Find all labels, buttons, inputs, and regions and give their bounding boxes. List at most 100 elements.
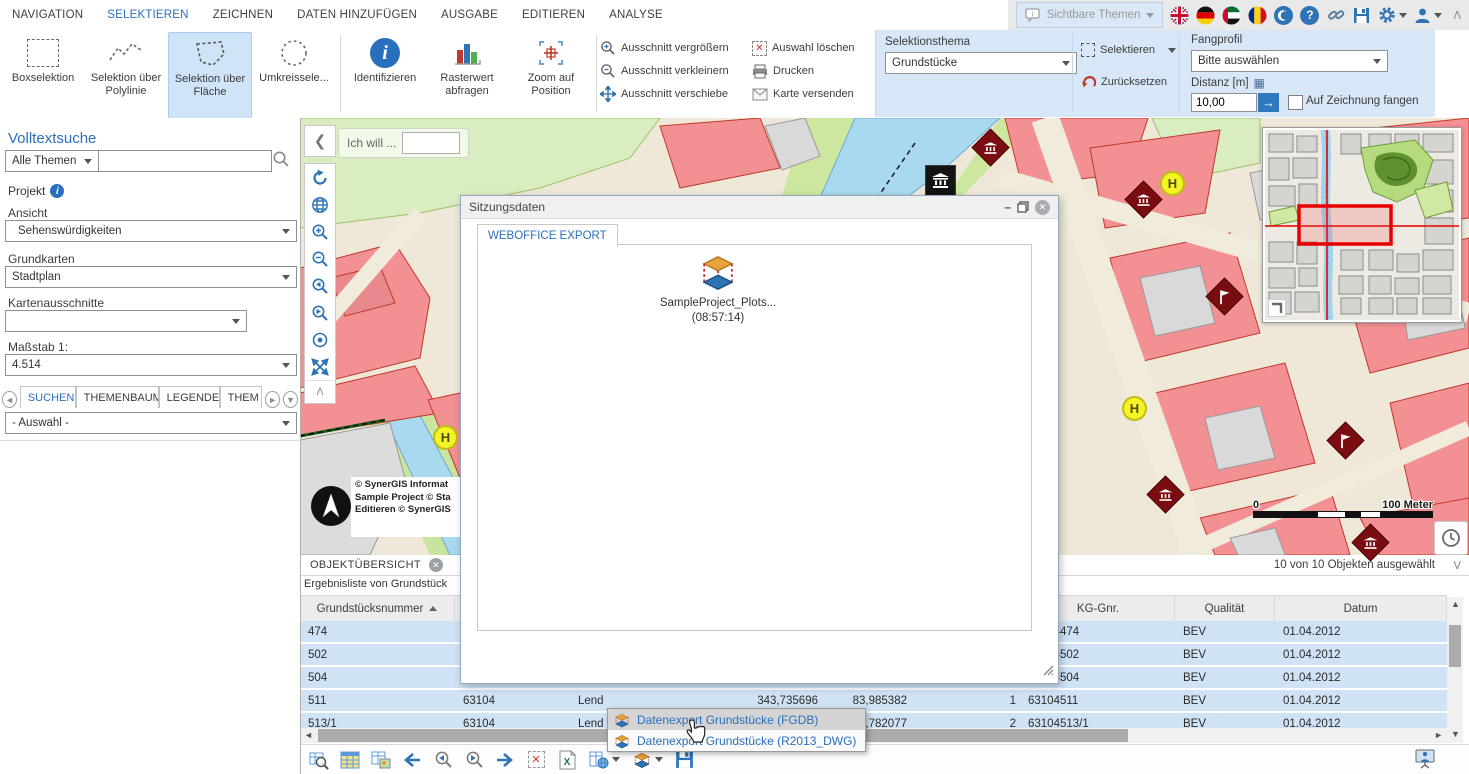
close-icon[interactable]: ✕ bbox=[1035, 200, 1050, 215]
auswahl-dropdown[interactable]: - Auswahl - bbox=[5, 412, 297, 434]
link-ausschnitt-verschieben[interactable]: Ausschnitt verschiebe bbox=[600, 84, 728, 104]
settings-button[interactable] bbox=[1378, 6, 1407, 24]
menu-selektieren[interactable]: SELEKTIEREN bbox=[95, 0, 200, 30]
language-turkish-icon[interactable] bbox=[1274, 6, 1293, 25]
tabs-scroll-right-icon[interactable]: ► bbox=[265, 391, 280, 408]
selektionsthema-dropdown[interactable]: Grundstücke bbox=[885, 52, 1077, 74]
dialog-resize-handle[interactable] bbox=[1042, 664, 1054, 679]
auf-zeichnung-checkbox[interactable] bbox=[1288, 95, 1303, 110]
column-header-datum[interactable]: Datum bbox=[1275, 596, 1447, 621]
tabs-scroll-left-icon[interactable]: ◄ bbox=[2, 391, 17, 408]
scroll-down-icon[interactable]: ▼ bbox=[1451, 729, 1460, 739]
collapse-ribbon-icon[interactable]: ᐱ bbox=[1453, 9, 1461, 22]
overview-resize-handle[interactable] bbox=[1268, 299, 1286, 317]
language-german-icon[interactable] bbox=[1196, 6, 1215, 25]
museum-marker-icon[interactable] bbox=[925, 165, 956, 196]
grundkarten-dropdown[interactable]: Stadtplan bbox=[5, 266, 297, 288]
full-extent-icon[interactable] bbox=[305, 353, 335, 380]
presentation-mode-icon[interactable] bbox=[1412, 747, 1438, 771]
restore-icon[interactable] bbox=[1017, 201, 1029, 213]
table-icon[interactable] bbox=[339, 749, 361, 771]
tool-selektion-polylinie[interactable]: Selektion über Polylinie bbox=[85, 32, 167, 132]
dialog-titlebar[interactable]: Sitzungsdaten – ✕ bbox=[461, 196, 1058, 219]
zoom-previous-icon[interactable] bbox=[432, 749, 454, 771]
save-icon[interactable] bbox=[1352, 6, 1371, 25]
menu-navigation[interactable]: NAVIGATION bbox=[0, 0, 95, 30]
alle-themen-dropdown[interactable]: Alle Themen bbox=[5, 150, 99, 172]
history-clock-button[interactable] bbox=[1434, 521, 1468, 555]
menu-zeichnen[interactable]: ZEICHNEN bbox=[201, 0, 285, 30]
stop-marker-icon[interactable]: H bbox=[433, 425, 458, 450]
globe-icon[interactable] bbox=[305, 191, 335, 218]
kartenausschnitte-dropdown[interactable] bbox=[5, 310, 247, 332]
close-results-tab-icon[interactable]: ✕ bbox=[429, 558, 443, 572]
next-record-icon[interactable] bbox=[494, 749, 516, 771]
link-karte-versenden[interactable]: Karte versenden bbox=[752, 84, 854, 104]
column-header-qualitaet[interactable]: Qualität bbox=[1175, 596, 1275, 621]
apply-distance-button[interactable]: → bbox=[1258, 93, 1279, 112]
link-auswahl-loeschen[interactable]: ✕ Auswahl löschen bbox=[752, 38, 855, 58]
tab-suchen[interactable]: SUCHEN bbox=[20, 386, 76, 408]
ich-will-search[interactable]: Ich will ... bbox=[338, 128, 469, 158]
info-icon[interactable]: i bbox=[50, 184, 64, 198]
tab-them[interactable]: THEM bbox=[220, 386, 263, 408]
overview-map[interactable] bbox=[1262, 127, 1462, 323]
menu-daten-hinzufuegen[interactable]: DATEN HINZUFÜGEN bbox=[285, 0, 429, 30]
tabs-more-icon[interactable]: ▼ bbox=[283, 391, 298, 408]
tab-weboffice-export[interactable]: WEBOFFICE EXPORT bbox=[477, 224, 618, 247]
link-drucken[interactable]: Drucken bbox=[752, 61, 814, 81]
vertical-scroll-thumb[interactable] bbox=[1449, 625, 1461, 667]
stop-marker-icon[interactable]: H bbox=[1122, 396, 1147, 421]
link-ausschnitt-verkleinern[interactable]: Ausschnitt verkleinern bbox=[600, 61, 729, 81]
zoom-out-icon[interactable] bbox=[305, 245, 335, 272]
fangprofil-dropdown[interactable]: Bitte auswählen bbox=[1191, 50, 1388, 72]
tool-identifizieren[interactable]: i Identifizieren bbox=[344, 32, 426, 132]
ich-will-input[interactable] bbox=[402, 132, 460, 154]
ansicht-dropdown[interactable]: Sehenswürdigkeiten bbox=[5, 220, 297, 242]
table-map-icon[interactable] bbox=[370, 749, 392, 771]
user-button[interactable] bbox=[1414, 7, 1442, 24]
massstab-dropdown[interactable]: 4.514 bbox=[5, 354, 297, 376]
previous-extent-icon[interactable] bbox=[305, 272, 335, 299]
zoom-next-icon[interactable] bbox=[463, 749, 485, 771]
previous-record-icon[interactable] bbox=[401, 749, 423, 771]
menu-item-r2013-dwg[interactable]: Datenexport Grundstücke (R2013_DWG) bbox=[608, 730, 865, 751]
scroll-right-icon[interactable]: ► bbox=[1434, 730, 1443, 740]
zuruecksetzen-button[interactable]: Zurücksetzen bbox=[1081, 72, 1167, 92]
collapse-map-toolbar-icon[interactable]: ᐱ bbox=[305, 380, 335, 403]
visible-themes-button[interactable]: i Sichtbare Themen bbox=[1016, 2, 1164, 28]
tab-legende[interactable]: LEGENDE bbox=[159, 386, 220, 408]
minimize-icon[interactable]: – bbox=[1004, 200, 1011, 214]
volltext-search-input[interactable] bbox=[98, 150, 272, 172]
tool-zoom-position[interactable]: Zoom auf Position bbox=[510, 32, 592, 132]
link-ausschnitt-vergroessern[interactable]: Ausschnitt vergrößern bbox=[600, 38, 729, 58]
help-icon[interactable]: ? bbox=[1300, 6, 1319, 25]
zoom-to-selection-icon[interactable] bbox=[308, 749, 330, 771]
collapse-sidebar-button[interactable]: ❮ bbox=[304, 125, 336, 157]
link-icon[interactable] bbox=[1326, 6, 1345, 25]
calculator-icon[interactable]: ▦ bbox=[1254, 76, 1265, 90]
menu-analyse[interactable]: ANALYSE bbox=[597, 0, 675, 30]
refresh-icon[interactable] bbox=[305, 164, 335, 191]
sitzungsdaten-dialog[interactable]: Sitzungsdaten – ✕ WEBOFFICE EXPORT Sampl… bbox=[460, 195, 1059, 684]
search-icon[interactable] bbox=[272, 150, 290, 171]
tab-objektuebersicht[interactable]: OBJEKTÜBERSICHT bbox=[310, 559, 421, 571]
horizontal-scrollbar[interactable]: ◄ ► bbox=[300, 728, 1447, 743]
menu-editieren[interactable]: EDITIEREN bbox=[510, 0, 597, 30]
menu-item-fgdb[interactable]: Datenexport Grundstücke (FGDB) bbox=[608, 709, 865, 730]
collapse-results-icon[interactable]: ᐯ bbox=[1453, 559, 1461, 572]
distanz-input[interactable] bbox=[1191, 93, 1257, 112]
table-row[interactable]: 511 63104 Lend 343,735696 83,985382 1 63… bbox=[300, 690, 1447, 713]
zoom-in-icon[interactable] bbox=[305, 218, 335, 245]
tab-themenbaum[interactable]: THEMENBAUM bbox=[76, 386, 159, 408]
selektieren-button[interactable]: Selektieren bbox=[1081, 40, 1176, 60]
tool-umkreisselektion[interactable]: Umkreissele... bbox=[253, 32, 335, 132]
language-english-icon[interactable] bbox=[1170, 6, 1189, 25]
column-header-grundstuecksnummer[interactable]: Grundstücksnummer bbox=[300, 596, 455, 621]
scroll-up-icon[interactable]: ▲ bbox=[1451, 599, 1460, 609]
vertical-scrollbar[interactable]: ▲ ▼ bbox=[1447, 597, 1463, 743]
next-extent-icon[interactable] bbox=[305, 299, 335, 326]
clear-selection-icon[interactable]: ✕ bbox=[525, 749, 547, 771]
scroll-left-icon[interactable]: ◄ bbox=[304, 730, 313, 740]
center-map-icon[interactable] bbox=[305, 326, 335, 353]
